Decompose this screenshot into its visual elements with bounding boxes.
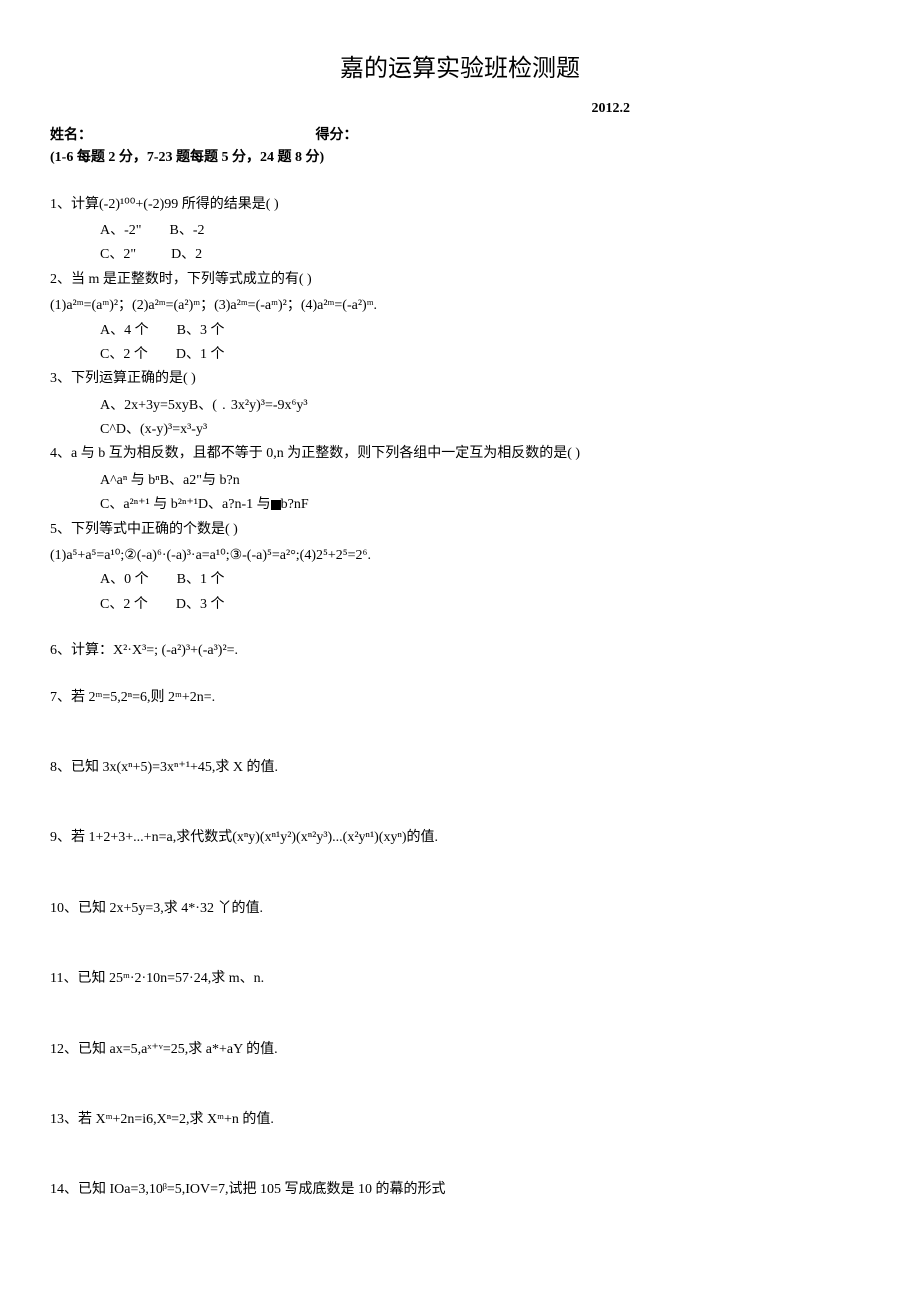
q4-line2-b: b?nF <box>281 497 309 512</box>
q5-opt-a: A、0 个 <box>100 572 149 587</box>
q12: 12、已知 ax=5,aˣ⁺ᵛ=25,求 a*+aY 的值. <box>50 1039 870 1061</box>
q14: 14、已知 IOa=3,10ᵝ=5,IOV=7,试把 105 写成底数是 10 … <box>50 1179 870 1201</box>
q2-opt-d: D、1 个 <box>176 347 225 362</box>
q2-options: A、4 个 B、3 个 C、2 个 D、1 个 <box>50 320 870 367</box>
q4-line1: A^aⁿ 与 bⁿB、a2"与 b?n <box>100 470 870 492</box>
q3-stem: 3、下列运算正确的是( ) <box>50 368 870 390</box>
header-row: 姓名： 得分： <box>50 125 870 147</box>
q3-options: A、2x+3y=5xyB、(﹒3x²y)³=-9x⁶y³ C^D、(x-y)³=… <box>50 395 870 442</box>
q7: 7、若 2ᵐ=5,2ⁿ=6,则 2ᵐ+2n=. <box>50 687 870 709</box>
q2-opt-c: C、2 个 <box>100 347 148 362</box>
q2-stem: 2、当 m 是正整数时，下列等式成立的有( ) <box>50 269 870 291</box>
q5-opt-c: C、2 个 <box>100 597 148 612</box>
q9: 9、若 1+2+3+...+n=a,求代数式(xⁿy)(xⁿ¹y²)(xⁿ²y³… <box>50 827 870 849</box>
q2-opt-a: A、4 个 <box>100 323 149 338</box>
q4-line2: C、a²ⁿ⁺¹ 与 b²ⁿ⁺¹D、a?n-1 与 b?nF <box>100 494 870 516</box>
scoring-note: (1-6 每题 2 分，7-23 题每题 5 分，24 题 8 分) <box>50 147 870 169</box>
q1-opt-a: A、-2" <box>100 223 142 238</box>
q4-options: A^aⁿ 与 bⁿB、a2"与 b?n C、a²ⁿ⁺¹ 与 b²ⁿ⁺¹D、a?n… <box>50 470 870 517</box>
q1-opt-d: D、2 <box>171 247 202 262</box>
page-title: 嘉的运算实验班检测题 <box>50 50 870 88</box>
black-square-icon <box>271 500 281 510</box>
q2-opt-b: B、3 个 <box>177 323 225 338</box>
q1-stem: 1、计算(-2)¹⁰⁰+(-2)99 所得的结果是( ) <box>50 194 870 216</box>
score-label: 得分： <box>316 125 358 147</box>
q5-options: A、0 个 B、1 个 C、2 个 D、3 个 <box>50 569 870 616</box>
q4-line2-a: C、a²ⁿ⁺¹ 与 b²ⁿ⁺¹D、a?n-1 与 <box>100 497 271 512</box>
q4-stem: 4、a 与 b 互为相反数，且都不等于 0,n 为正整数，则下列各组中一定互为相… <box>50 443 870 465</box>
q5-opt-d: D、3 个 <box>176 597 225 612</box>
q1-opt-c: C、2" <box>100 247 136 262</box>
date: 2012.2 <box>50 98 870 120</box>
q5-opt-b: B、1 个 <box>177 572 225 587</box>
q13: 13、若 Xᵐ+2n=i6,Xⁿ=2,求 Xᵐ+n 的值. <box>50 1109 870 1131</box>
q10: 10、已知 2x+5y=3,求 4*·32 丫的值. <box>50 898 870 920</box>
q1-options: A、-2" B、-2 C、2" D、2 <box>50 220 870 267</box>
q2-sub: (1)a²ᵐ=(aᵐ)²；(2)a²ᵐ=(a²)ᵐ；(3)a²ᵐ=(-aᵐ)²；… <box>50 295 870 317</box>
q5-stem: 5、下列等式中正确的个数是( ) <box>50 519 870 541</box>
q5-sub: (1)a⁵+a⁵=a¹⁰;②(-a)⁶·(-a)³·a=a¹⁰;③-(-a)⁵=… <box>50 545 870 567</box>
name-label: 姓名： <box>50 125 92 147</box>
q11: 11、已知 25ᵐ·2·10n=57·24,求 m、n. <box>50 968 870 990</box>
q3-line2: C^D、(x-y)³=x³-y³ <box>100 419 870 441</box>
q3-line1: A、2x+3y=5xyB、(﹒3x²y)³=-9x⁶y³ <box>100 395 870 417</box>
q8: 8、已知 3x(xⁿ+5)=3xⁿ⁺¹+45,求 X 的值. <box>50 757 870 779</box>
q1-opt-b: B、-2 <box>170 223 205 238</box>
q6: 6、计算：X²·X³=; (-a²)³+(-a³)²=. <box>50 640 870 662</box>
